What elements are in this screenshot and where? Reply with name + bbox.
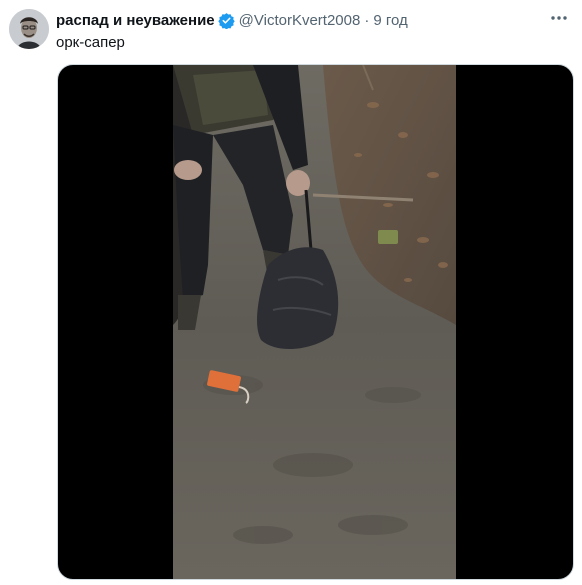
verified-badge-icon xyxy=(217,12,235,29)
timestamp[interactable]: 9 год xyxy=(373,12,407,29)
display-name[interactable]: распад и неуважение xyxy=(56,12,215,29)
user-handle[interactable]: @VictorKvert2008 xyxy=(239,12,361,29)
separator-dot: · xyxy=(364,11,370,29)
avatar[interactable] xyxy=(9,9,49,49)
video-frame[interactable] xyxy=(173,65,456,579)
more-options-icon[interactable] xyxy=(548,8,570,28)
video-player[interactable] xyxy=(57,64,574,580)
avatar-image xyxy=(9,9,49,49)
video-still-image xyxy=(173,65,456,579)
tweet[interactable]: распад и неуважение @VictorKvert2008 · 9… xyxy=(0,0,582,585)
tweet-header: распад и неуважение @VictorKvert2008 · 9… xyxy=(56,10,408,30)
tweet-text: орк-сапер xyxy=(56,34,125,51)
